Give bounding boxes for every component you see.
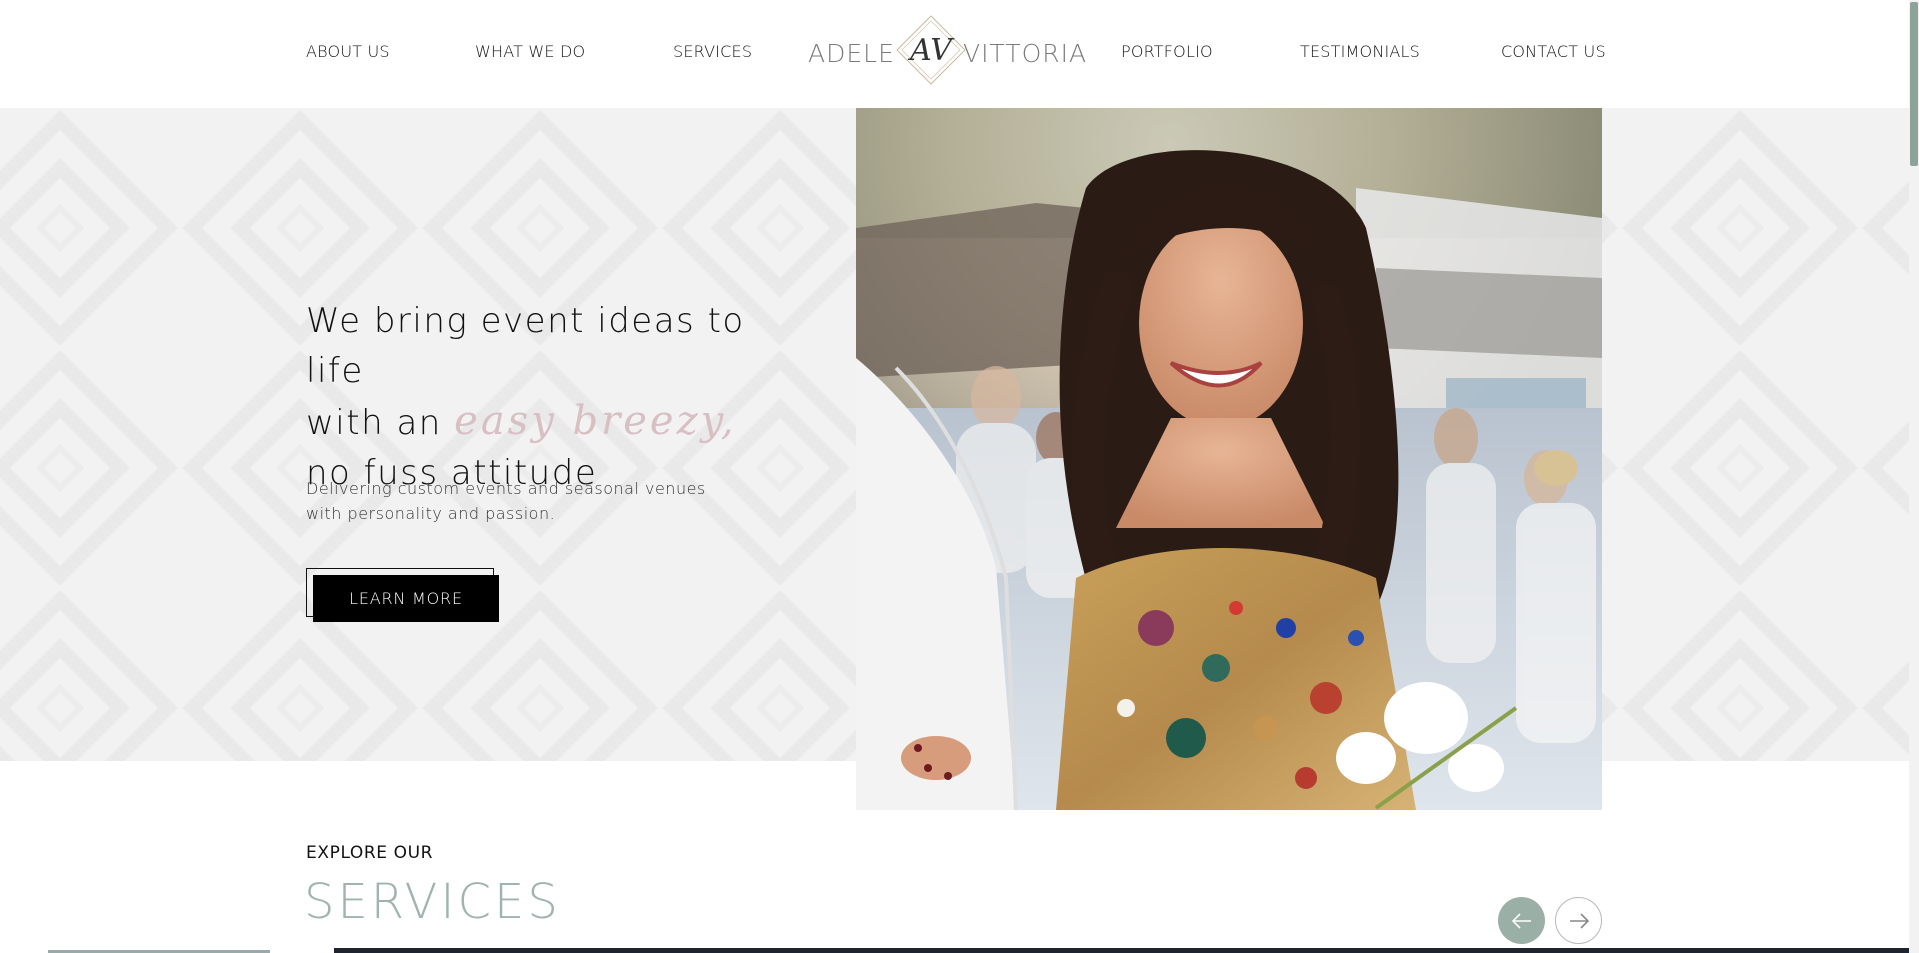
page-scrollbar[interactable] (1909, 0, 1919, 953)
top-navigation: ABOUT US WHAT WE DO SERVICES ADELE AV VI… (0, 0, 1919, 108)
logo-word-vittoria: VITTORIA (963, 39, 1088, 68)
carousel-next-button[interactable] (1555, 897, 1602, 944)
hero-headline-line2-prefix: with an (306, 403, 442, 443)
scrollbar-thumb[interactable] (1910, 2, 1918, 166)
hero-subtext: Delivering custom events and seasonal ve… (306, 479, 706, 523)
logo-diamond-icon: AV (896, 15, 966, 85)
hero-headline-script: easy breezy, (454, 398, 737, 444)
hero-photo (856, 108, 1602, 810)
carousel-prev-button[interactable] (1498, 897, 1545, 944)
arrow-left-icon (1511, 912, 1531, 929)
services-title: SERVICES (304, 874, 561, 930)
hero-headline: We bring event ideas to life with an eas… (306, 296, 786, 498)
nav-what-we-do[interactable]: WHAT WE DO (475, 42, 585, 61)
services-kicker: EXPLORE OUR (306, 843, 434, 863)
logo-word-adele: ADELE (808, 39, 895, 68)
nav-services[interactable]: SERVICES (673, 42, 752, 61)
brand-logo[interactable]: ADELE AV VITTORIA (808, 14, 1086, 94)
hero-photo-icon (856, 108, 1602, 810)
nav-contact-us[interactable]: CONTACT US (1501, 42, 1606, 61)
logo-monogram: AV (907, 33, 955, 68)
nav-portfolio[interactable]: PORTFOLIO (1121, 42, 1213, 61)
hero-headline-line2: with an easy breezy, (306, 396, 786, 448)
arrow-right-icon (1569, 912, 1589, 929)
nav-about-us[interactable]: ABOUT US (306, 42, 390, 61)
learn-more-button[interactable]: LEARN MORE (313, 575, 499, 622)
services-card-strip (334, 948, 1919, 953)
nav-testimonials[interactable]: TESTIMONIALS (1300, 42, 1420, 61)
hero-headline-line1: We bring event ideas to life (306, 301, 745, 391)
